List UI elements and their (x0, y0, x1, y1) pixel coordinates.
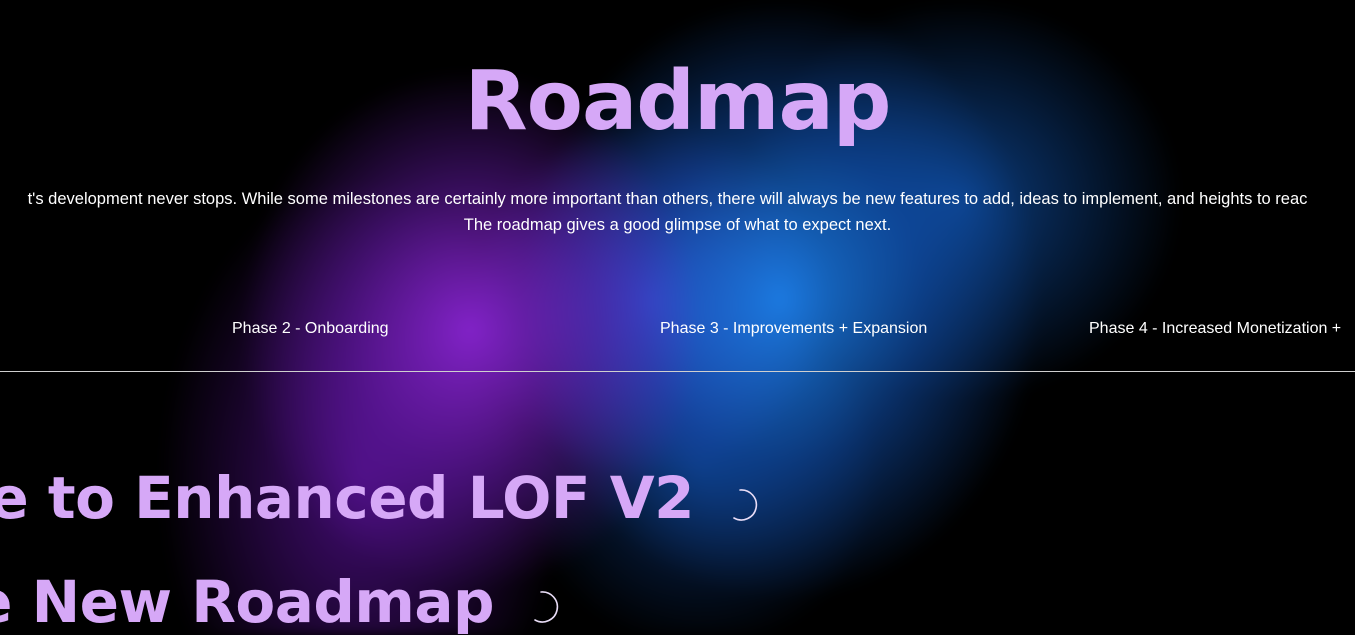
tab-phase-3[interactable]: Phase 3 - Improvements + Expansion (660, 318, 927, 340)
roadmap-item-title: te to Enhanced LOF V2 (0, 464, 694, 532)
loading-arc-icon (733, 489, 758, 521)
roadmap-intro: t's development never stops. While some … (0, 186, 1355, 238)
tab-phase-2[interactable]: Phase 2 - Onboarding (232, 318, 389, 340)
roadmap-page: Roadmap t's development never stops. Whi… (0, 0, 1355, 635)
tab-phase-4[interactable]: Phase 4 - Increased Monetization + (1089, 318, 1341, 340)
roadmap-item-title: e New Roadmap (0, 568, 494, 635)
roadmap-item[interactable]: te to Enhanced LOF V2 (0, 466, 694, 546)
intro-line-1: t's development never stops. While some … (27, 190, 1308, 208)
phase-divider (0, 371, 1355, 372)
intro-line-2: The roadmap gives a good glimpse of what… (463, 216, 892, 234)
roadmap-item[interactable]: e New Roadmap (0, 570, 494, 635)
loading-arc-icon (534, 591, 559, 623)
page-title: Roadmap (464, 54, 892, 149)
